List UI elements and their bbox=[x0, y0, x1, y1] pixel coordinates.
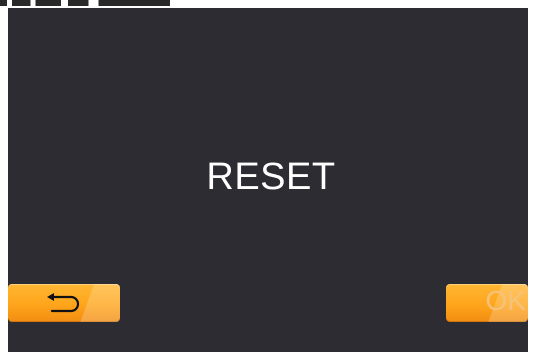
top-cropped-text bbox=[0, 0, 534, 8]
return-arrow-icon bbox=[47, 293, 80, 313]
reset-message: RESET bbox=[206, 156, 336, 198]
ok-button-label: OK bbox=[485, 285, 526, 316]
cropped-text-fragment bbox=[0, 0, 170, 6]
right-edge bbox=[528, 8, 534, 352]
back-button[interactable] bbox=[8, 284, 120, 322]
device-frame: RESET OK bbox=[0, 0, 534, 352]
ok-button[interactable]: OK bbox=[446, 284, 528, 322]
